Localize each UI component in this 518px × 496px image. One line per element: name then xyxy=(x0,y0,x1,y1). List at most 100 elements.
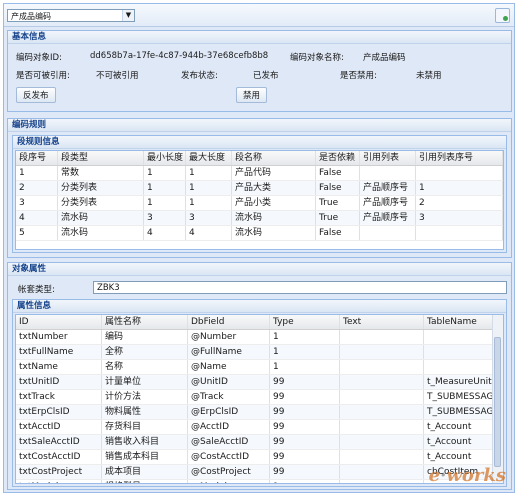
attr-grid-scrollbar[interactable] xyxy=(492,315,503,483)
table-cell: 名称 xyxy=(102,360,188,374)
table-cell: 99 xyxy=(270,465,340,479)
table-cell: 规格型号 xyxy=(102,480,188,483)
column-header[interactable]: Text xyxy=(340,315,424,329)
publish-status-value: 已发布 xyxy=(253,71,279,81)
table-cell: 分类列表 xyxy=(58,196,144,210)
unpublish-button[interactable]: 反发布 xyxy=(16,87,56,103)
segment-row[interactable]: 1 常数 1 1 产品代码 False xyxy=(16,166,503,181)
table-cell: txtCostAcctID xyxy=(16,450,102,464)
column-header[interactable]: 引用列表 xyxy=(360,151,416,165)
attr-row[interactable]: txtErpClsID 物料属性 @ErpClsID 99 T_SUBMESSAGE xyxy=(16,405,503,420)
table-cell: 4 xyxy=(16,211,58,225)
table-cell xyxy=(340,330,424,344)
segment-grid-header: 段序号 段类型 最小长度 最大长度 段名称 是否依赖 引用列表 引用列表序号 xyxy=(16,151,503,166)
table-cell: 1 xyxy=(270,330,340,344)
disabled-label: 是否禁用: xyxy=(340,71,377,81)
attr-grid-body: txtNumber 编码 @Number 1 txtFullName 全称 @FullNam… xyxy=(16,330,503,483)
table-cell: 4 xyxy=(144,226,186,240)
table-cell: 流水码 xyxy=(232,211,316,225)
attr-row[interactable]: txtNumber 编码 @Number 1 xyxy=(16,330,503,345)
table-cell xyxy=(340,450,424,464)
basic-info-title: 基本信息 xyxy=(8,31,511,44)
column-header[interactable]: TableName xyxy=(424,315,493,329)
table-cell: 2 xyxy=(16,181,58,195)
table-cell: True xyxy=(316,211,360,225)
table-cell: 产品小类 xyxy=(232,196,316,210)
table-cell: txtAcctID xyxy=(16,420,102,434)
object-attr-title: 对象属性 xyxy=(8,263,511,276)
attr-row[interactable]: txtName 名称 @Name 1 xyxy=(16,360,503,375)
column-header[interactable]: Type xyxy=(270,315,340,329)
table-cell xyxy=(340,390,424,404)
table-cell: 1 xyxy=(270,360,340,374)
attr-row[interactable]: txtUnitID 计量单位 @UnitID 99 t_MeasureUnit xyxy=(16,375,503,390)
segment-row[interactable]: 3 分类列表 1 1 产品小类 True 产品顺序号 2 xyxy=(16,196,503,211)
table-cell xyxy=(340,420,424,434)
table-cell: 常数 xyxy=(58,166,144,180)
column-header[interactable]: 引用列表序号 xyxy=(416,151,503,165)
column-header[interactable]: 是否依赖 xyxy=(316,151,360,165)
column-header[interactable]: ID xyxy=(16,315,102,329)
table-cell: txtFullName xyxy=(16,345,102,359)
chevron-down-icon[interactable]: ▼ xyxy=(122,10,134,21)
column-header[interactable]: 段类型 xyxy=(58,151,144,165)
disable-button[interactable]: 禁用 xyxy=(236,87,268,103)
code-name-value: 产成品编码 xyxy=(363,53,406,63)
attr-row[interactable]: txtSaleAcctID 销售收入科目 @SaleAcctID 99 t_Accoun… xyxy=(16,435,503,450)
column-header[interactable]: DbField xyxy=(188,315,270,329)
attr-info-panel: 属性信息 ID 属性名称 DbField Type Text TableName txtN… xyxy=(12,299,507,487)
segment-row[interactable]: 5 流水码 4 4 流水码 False xyxy=(16,226,503,241)
table-cell xyxy=(416,226,503,240)
column-header[interactable]: 最小长度 xyxy=(144,151,186,165)
scrollbar-thumb[interactable] xyxy=(494,337,501,467)
segment-rule-panel: 段规则信息 段序号 段类型 最小长度 最大长度 段名称 是否依赖 引用列表 引用列表序号 1常… xyxy=(12,135,507,253)
table-cell: @FullName xyxy=(188,345,270,359)
attr-row[interactable]: txtFullName 全称 @FullName 1 xyxy=(16,345,503,360)
column-header[interactable]: 段序号 xyxy=(16,151,58,165)
table-cell xyxy=(416,166,503,180)
table-cell: 编码 xyxy=(102,330,188,344)
publish-status-label: 发布状态: xyxy=(181,71,218,81)
column-header[interactable]: 属性名称 xyxy=(102,315,188,329)
table-cell xyxy=(340,360,424,374)
attr-row[interactable]: txtCostAcctID 销售成本科目 @CostAcctID 99 t_Accoun… xyxy=(16,450,503,465)
segment-rule-title: 段规则信息 xyxy=(13,136,506,149)
attr-row[interactable]: txtAcctID 存货科目 @AcctID 99 t_Account xyxy=(16,420,503,435)
account-type-label: 帐套类型: xyxy=(18,285,55,295)
table-cell: 全称 xyxy=(102,345,188,359)
segment-row[interactable]: 4 流水码 3 3 流水码 True 产品顺序号 3 xyxy=(16,211,503,226)
object-attr-panel: 对象属性 帐套类型: ZBK3 属性信息 ID 属性名称 DbField Type Te… xyxy=(7,262,512,490)
watermark-logo: e·works xyxy=(428,465,506,486)
export-icon[interactable] xyxy=(495,8,510,23)
code-object-select[interactable]: 产成品编码 ▼ xyxy=(7,9,135,22)
table-cell: t_Account xyxy=(424,450,493,464)
table-cell: True xyxy=(316,196,360,210)
attr-row[interactable]: txtTrack 计价方法 @Track 99 T_SUBMESSAGE xyxy=(16,390,503,405)
table-cell: 3 xyxy=(186,211,232,225)
table-cell: t_Account xyxy=(424,435,493,449)
column-header[interactable]: 段名称 xyxy=(232,151,316,165)
table-cell: 99 xyxy=(270,405,340,419)
table-cell: txtErpClsID xyxy=(16,405,102,419)
code-rule-title: 编码规则 xyxy=(8,119,511,132)
table-cell: 成本项目 xyxy=(102,465,188,479)
table-cell: @Model xyxy=(188,480,270,483)
table-cell: 1 xyxy=(186,196,232,210)
table-cell: t_MeasureUnit xyxy=(424,375,493,389)
table-cell: 流水码 xyxy=(232,226,316,240)
table-cell: 流水码 xyxy=(58,226,144,240)
table-cell: 3 xyxy=(144,211,186,225)
code-id-label: 编码对象ID: xyxy=(16,53,62,63)
table-cell: 1 xyxy=(270,345,340,359)
segment-grid-body: 1 常数 1 1 产品代码 False 2 分类列表 1 1 产品大类 False 产品顺序号 1 3 分类列… xyxy=(16,166,503,241)
column-header[interactable]: 最大长度 xyxy=(186,151,232,165)
table-cell: 3 xyxy=(16,196,58,210)
table-cell: 1 xyxy=(144,166,186,180)
account-type-input[interactable]: ZBK3 xyxy=(93,281,507,294)
segment-row[interactable]: 2 分类列表 1 1 产品大类 False 产品顺序号 1 xyxy=(16,181,503,196)
table-cell: T_SUBMESSAGE xyxy=(424,405,493,419)
table-cell: 销售收入科目 xyxy=(102,435,188,449)
table-cell: 计价方法 xyxy=(102,390,188,404)
basic-info-panel: 基本信息 编码对象ID: dd658b7a-17fe-4c87-944b-37e… xyxy=(7,30,512,112)
disabled-value: 未禁用 xyxy=(416,71,442,81)
